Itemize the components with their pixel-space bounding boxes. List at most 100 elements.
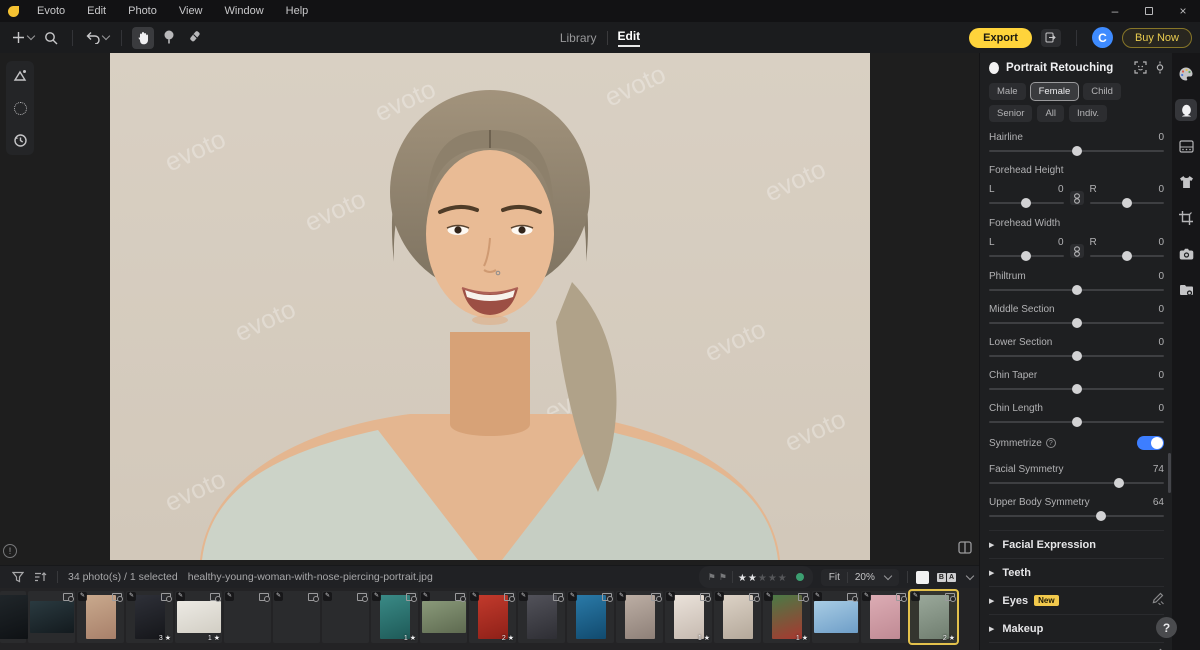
filmstrip-thumbnail[interactable] — [28, 591, 75, 643]
filmstrip-thumbnail[interactable]: ✎ — [616, 591, 663, 643]
star-icon[interactable]: ★ — [778, 573, 788, 584]
preset-male-button[interactable]: Male — [989, 83, 1026, 100]
section-teeth[interactable]: ▶Teeth — [989, 559, 1164, 587]
section-makeup[interactable]: ▶Makeup — [989, 615, 1164, 643]
star-icon[interactable]: ★ — [758, 573, 768, 584]
slider-track[interactable] — [989, 482, 1164, 484]
filmstrip-thumbnail[interactable]: ✎ — [273, 591, 320, 643]
slider-track[interactable] — [1090, 202, 1165, 204]
preset-all-button[interactable]: All — [1037, 105, 1064, 122]
star-rating[interactable]: ★★★★★ — [738, 568, 788, 586]
compare-view-button[interactable] — [958, 541, 972, 559]
slider-thumb[interactable] — [1114, 478, 1124, 488]
filmstrip-thumbnail[interactable] — [0, 591, 26, 643]
menu-item-window[interactable]: Window — [225, 5, 264, 17]
filmstrip-thumbnail[interactable]: ✎ — [812, 591, 859, 643]
slider-track[interactable] — [989, 355, 1164, 357]
slider-track[interactable] — [989, 421, 1164, 423]
before-after-button[interactable]: B A — [937, 573, 956, 582]
menu-item-photo[interactable]: Photo — [128, 5, 157, 17]
slider-track[interactable] — [989, 202, 1064, 204]
slider-track[interactable] — [989, 289, 1164, 291]
slider-track[interactable] — [1090, 255, 1165, 257]
flag-icon[interactable]: ⚑ — [708, 572, 716, 583]
sort-icon[interactable] — [34, 571, 47, 583]
reset-compare-icon[interactable] — [1156, 61, 1164, 74]
minimize-button[interactable]: – — [1098, 0, 1132, 22]
slider-thumb[interactable] — [1122, 251, 1132, 261]
chevron-down-icon[interactable] — [884, 571, 892, 579]
star-icon[interactable]: ★ — [768, 573, 778, 584]
portrait-tab-button[interactable] — [1175, 99, 1197, 121]
slider-thumb[interactable] — [1021, 251, 1031, 261]
undo-button[interactable] — [83, 27, 111, 49]
mouse-preview-tool-button[interactable] — [158, 27, 180, 49]
clothing-tab-button[interactable] — [1175, 171, 1197, 193]
slider-thumb[interactable] — [1096, 511, 1106, 521]
link-toggle-button[interactable] — [1070, 244, 1084, 258]
tab-edit[interactable]: Edit — [618, 29, 641, 47]
panel-scrollbar[interactable] — [1168, 453, 1171, 493]
menu-item-evoto[interactable]: Evoto — [37, 5, 65, 17]
filmstrip-thumbnail[interactable]: ✎2 ★ — [469, 591, 516, 643]
maximize-button[interactable] — [1132, 0, 1166, 22]
adjustments-tab-button[interactable] — [1175, 63, 1197, 85]
buy-now-button[interactable]: Buy Now — [1122, 28, 1192, 48]
section-hair[interactable]: ▶Hair — [989, 643, 1164, 650]
single-view-button[interactable] — [916, 571, 929, 584]
brush-edit-button[interactable] — [1151, 592, 1164, 610]
symmetrize-toggle[interactable] — [1137, 436, 1164, 450]
preset-female-button[interactable]: Female — [1031, 83, 1079, 100]
slider-track[interactable] — [989, 322, 1164, 324]
menu-item-help[interactable]: Help — [286, 5, 309, 17]
menu-item-view[interactable]: View — [179, 5, 203, 17]
menu-item-edit[interactable]: Edit — [87, 5, 106, 17]
avatar[interactable]: C — [1092, 27, 1113, 48]
slider-track[interactable] — [989, 515, 1164, 517]
flag-buttons[interactable]: ⚑⚑ — [708, 572, 727, 583]
library-folder-tab-button[interactable] — [1175, 279, 1197, 301]
preset-indiv-button[interactable]: Indiv. — [1069, 105, 1107, 122]
tab-library[interactable]: Library — [560, 31, 597, 45]
history-tool-button[interactable] — [10, 130, 30, 150]
crop-tab-button[interactable] — [1175, 207, 1197, 229]
filmstrip-thumbnail[interactable]: ✎ — [518, 591, 565, 643]
link-toggle-button[interactable] — [1070, 191, 1084, 205]
slider-thumb[interactable] — [1072, 384, 1082, 394]
flag-icon[interactable]: ⚑ — [719, 572, 727, 583]
slider-thumb[interactable] — [1021, 198, 1031, 208]
slider-track[interactable] — [989, 150, 1164, 152]
slider-thumb[interactable] — [1072, 318, 1082, 328]
info-icon[interactable]: ! — [3, 544, 17, 558]
slider-thumb[interactable] — [1122, 198, 1132, 208]
color-label-dot[interactable] — [796, 573, 804, 581]
filmstrip-thumbnail[interactable]: ✎2 ★ — [910, 591, 957, 643]
background-tab-button[interactable] — [1175, 135, 1197, 157]
filter-icon[interactable] — [12, 571, 24, 583]
filmstrip-thumbnail[interactable]: ✎3 ★ — [126, 591, 173, 643]
preset-senior-button[interactable]: Senior — [989, 105, 1032, 122]
filmstrip-thumbnail[interactable]: ✎ — [567, 591, 614, 643]
face-detect-icon[interactable] — [1134, 61, 1147, 74]
brush-tool-button[interactable] — [10, 98, 30, 118]
export-button[interactable]: Export — [969, 28, 1032, 48]
filmstrip-thumbnail[interactable]: ✎ — [861, 591, 908, 643]
star-icon[interactable]: ★ — [738, 573, 748, 584]
filmstrip-thumbnail[interactable]: ✎1 ★ — [665, 591, 712, 643]
slider-track[interactable] — [989, 255, 1064, 257]
filmstrip-thumbnail[interactable]: ✎1 ★ — [763, 591, 810, 643]
search-button[interactable] — [40, 27, 62, 49]
filmstrip-thumbnail[interactable]: ✎1 ★ — [175, 591, 222, 643]
close-button[interactable]: × — [1166, 0, 1200, 22]
auto-adjust-tool-button[interactable] — [10, 66, 30, 86]
camera-raw-tab-button[interactable] — [1175, 243, 1197, 265]
filmstrip-thumbnail[interactable]: ✎ — [322, 591, 369, 643]
export-queue-button[interactable] — [1041, 29, 1061, 47]
help-button[interactable]: ? — [1156, 617, 1177, 638]
fit-button[interactable]: Fit — [829, 572, 840, 583]
star-icon[interactable]: ★ — [748, 573, 758, 584]
slider-thumb[interactable] — [1072, 285, 1082, 295]
filmstrip-thumbnail[interactable]: ✎ — [420, 591, 467, 643]
hand-tool-button[interactable] — [132, 27, 154, 49]
filmstrip-thumbnail[interactable]: ✎1 ★ — [371, 591, 418, 643]
